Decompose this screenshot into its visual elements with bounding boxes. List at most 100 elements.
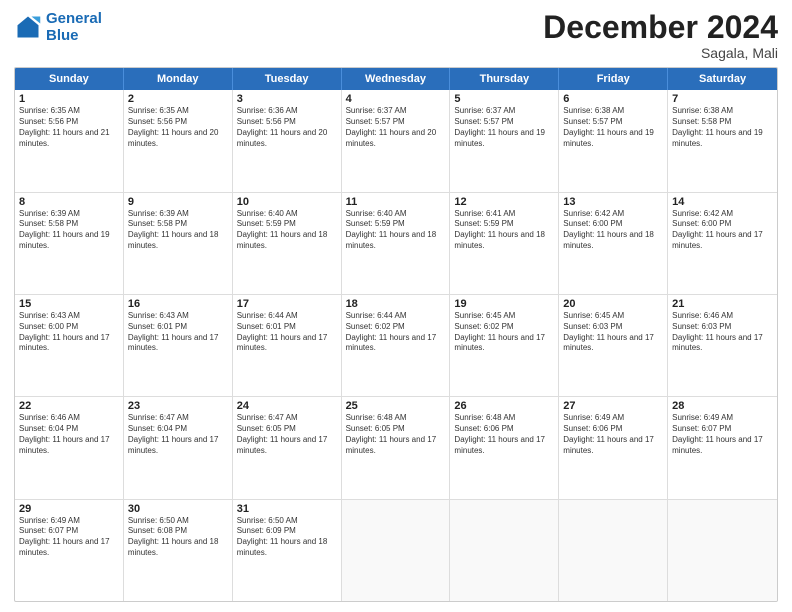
- day-number: 4: [346, 93, 446, 105]
- cell-info: Sunrise: 6:50 AM Sunset: 6:08 PM Dayligh…: [128, 516, 228, 559]
- day-number: 8: [19, 196, 119, 208]
- cell-info: Sunrise: 6:49 AM Sunset: 6:07 PM Dayligh…: [19, 516, 119, 559]
- cell-info: Sunrise: 6:46 AM Sunset: 6:04 PM Dayligh…: [19, 413, 119, 456]
- logo-text: General Blue: [46, 10, 102, 45]
- day-number: 27: [563, 400, 663, 412]
- cal-cell: 5 Sunrise: 6:37 AM Sunset: 5:57 PM Dayli…: [450, 90, 559, 191]
- cell-info: Sunrise: 6:43 AM Sunset: 6:00 PM Dayligh…: [19, 311, 119, 354]
- cal-cell: 22 Sunrise: 6:46 AM Sunset: 6:04 PM Dayl…: [15, 397, 124, 498]
- day-number: 21: [672, 298, 773, 310]
- day-number: 17: [237, 298, 337, 310]
- day-number: 15: [19, 298, 119, 310]
- cal-cell: 8 Sunrise: 6:39 AM Sunset: 5:58 PM Dayli…: [15, 193, 124, 294]
- header-day-tuesday: Tuesday: [233, 68, 342, 90]
- page: General Blue December 2024 Sagala, Mali …: [0, 0, 792, 612]
- cal-cell: 24 Sunrise: 6:47 AM Sunset: 6:05 PM Dayl…: [233, 397, 342, 498]
- cell-info: Sunrise: 6:48 AM Sunset: 6:06 PM Dayligh…: [454, 413, 554, 456]
- cell-info: Sunrise: 6:35 AM Sunset: 5:56 PM Dayligh…: [128, 106, 228, 149]
- cell-info: Sunrise: 6:47 AM Sunset: 6:04 PM Dayligh…: [128, 413, 228, 456]
- logo-icon: [14, 13, 42, 41]
- cell-info: Sunrise: 6:42 AM Sunset: 6:00 PM Dayligh…: [563, 209, 663, 252]
- day-number: 24: [237, 400, 337, 412]
- header-day-wednesday: Wednesday: [342, 68, 451, 90]
- cal-cell: 9 Sunrise: 6:39 AM Sunset: 5:58 PM Dayli…: [124, 193, 233, 294]
- week-row-3: 15 Sunrise: 6:43 AM Sunset: 6:00 PM Dayl…: [15, 294, 777, 396]
- cell-info: Sunrise: 6:37 AM Sunset: 5:57 PM Dayligh…: [454, 106, 554, 149]
- day-number: 10: [237, 196, 337, 208]
- day-number: 2: [128, 93, 228, 105]
- week-row-1: 1 Sunrise: 6:35 AM Sunset: 5:56 PM Dayli…: [15, 90, 777, 191]
- day-number: 9: [128, 196, 228, 208]
- cal-cell: 1 Sunrise: 6:35 AM Sunset: 5:56 PM Dayli…: [15, 90, 124, 191]
- cal-cell: [342, 500, 451, 601]
- header-day-saturday: Saturday: [668, 68, 777, 90]
- day-number: 22: [19, 400, 119, 412]
- title-block: December 2024 Sagala, Mali: [543, 10, 778, 61]
- day-number: 16: [128, 298, 228, 310]
- day-number: 5: [454, 93, 554, 105]
- cal-cell: 6 Sunrise: 6:38 AM Sunset: 5:57 PM Dayli…: [559, 90, 668, 191]
- cal-cell: 28 Sunrise: 6:49 AM Sunset: 6:07 PM Dayl…: [668, 397, 777, 498]
- cell-info: Sunrise: 6:46 AM Sunset: 6:03 PM Dayligh…: [672, 311, 773, 354]
- cal-cell: 27 Sunrise: 6:49 AM Sunset: 6:06 PM Dayl…: [559, 397, 668, 498]
- header: General Blue December 2024 Sagala, Mali: [14, 10, 778, 61]
- calendar: SundayMondayTuesdayWednesdayThursdayFrid…: [14, 67, 778, 602]
- cal-cell: 3 Sunrise: 6:36 AM Sunset: 5:56 PM Dayli…: [233, 90, 342, 191]
- cell-info: Sunrise: 6:36 AM Sunset: 5:56 PM Dayligh…: [237, 106, 337, 149]
- cal-cell: 18 Sunrise: 6:44 AM Sunset: 6:02 PM Dayl…: [342, 295, 451, 396]
- cal-cell: 13 Sunrise: 6:42 AM Sunset: 6:00 PM Dayl…: [559, 193, 668, 294]
- cell-info: Sunrise: 6:45 AM Sunset: 6:02 PM Dayligh…: [454, 311, 554, 354]
- cell-info: Sunrise: 6:43 AM Sunset: 6:01 PM Dayligh…: [128, 311, 228, 354]
- cell-info: Sunrise: 6:40 AM Sunset: 5:59 PM Dayligh…: [237, 209, 337, 252]
- day-number: 11: [346, 196, 446, 208]
- day-number: 19: [454, 298, 554, 310]
- logo: General Blue: [14, 10, 102, 45]
- month-title: December 2024: [543, 10, 778, 45]
- day-number: 31: [237, 503, 337, 515]
- cell-info: Sunrise: 6:42 AM Sunset: 6:00 PM Dayligh…: [672, 209, 773, 252]
- day-number: 23: [128, 400, 228, 412]
- cal-cell: 10 Sunrise: 6:40 AM Sunset: 5:59 PM Dayl…: [233, 193, 342, 294]
- cal-cell: 30 Sunrise: 6:50 AM Sunset: 6:08 PM Dayl…: [124, 500, 233, 601]
- cell-info: Sunrise: 6:39 AM Sunset: 5:58 PM Dayligh…: [128, 209, 228, 252]
- day-number: 25: [346, 400, 446, 412]
- cell-info: Sunrise: 6:35 AM Sunset: 5:56 PM Dayligh…: [19, 106, 119, 149]
- day-number: 18: [346, 298, 446, 310]
- cell-info: Sunrise: 6:49 AM Sunset: 6:06 PM Dayligh…: [563, 413, 663, 456]
- cal-cell: 14 Sunrise: 6:42 AM Sunset: 6:00 PM Dayl…: [668, 193, 777, 294]
- day-number: 14: [672, 196, 773, 208]
- cal-cell: [559, 500, 668, 601]
- cal-cell: 25 Sunrise: 6:48 AM Sunset: 6:05 PM Dayl…: [342, 397, 451, 498]
- header-day-monday: Monday: [124, 68, 233, 90]
- cell-info: Sunrise: 6:49 AM Sunset: 6:07 PM Dayligh…: [672, 413, 773, 456]
- cal-cell: 26 Sunrise: 6:48 AM Sunset: 6:06 PM Dayl…: [450, 397, 559, 498]
- cell-info: Sunrise: 6:41 AM Sunset: 5:59 PM Dayligh…: [454, 209, 554, 252]
- day-number: 3: [237, 93, 337, 105]
- day-number: 12: [454, 196, 554, 208]
- cell-info: Sunrise: 6:40 AM Sunset: 5:59 PM Dayligh…: [346, 209, 446, 252]
- cal-cell: [450, 500, 559, 601]
- week-row-2: 8 Sunrise: 6:39 AM Sunset: 5:58 PM Dayli…: [15, 192, 777, 294]
- cal-cell: 19 Sunrise: 6:45 AM Sunset: 6:02 PM Dayl…: [450, 295, 559, 396]
- cal-cell: 21 Sunrise: 6:46 AM Sunset: 6:03 PM Dayl…: [668, 295, 777, 396]
- cal-cell: 2 Sunrise: 6:35 AM Sunset: 5:56 PM Dayli…: [124, 90, 233, 191]
- day-number: 26: [454, 400, 554, 412]
- header-day-friday: Friday: [559, 68, 668, 90]
- cal-cell: 12 Sunrise: 6:41 AM Sunset: 5:59 PM Dayl…: [450, 193, 559, 294]
- header-day-sunday: Sunday: [15, 68, 124, 90]
- cell-info: Sunrise: 6:44 AM Sunset: 6:02 PM Dayligh…: [346, 311, 446, 354]
- cell-info: Sunrise: 6:45 AM Sunset: 6:03 PM Dayligh…: [563, 311, 663, 354]
- cal-cell: 20 Sunrise: 6:45 AM Sunset: 6:03 PM Dayl…: [559, 295, 668, 396]
- cal-cell: 29 Sunrise: 6:49 AM Sunset: 6:07 PM Dayl…: [15, 500, 124, 601]
- cell-info: Sunrise: 6:38 AM Sunset: 5:58 PM Dayligh…: [672, 106, 773, 149]
- header-day-thursday: Thursday: [450, 68, 559, 90]
- cal-cell: 31 Sunrise: 6:50 AM Sunset: 6:09 PM Dayl…: [233, 500, 342, 601]
- cal-cell: [668, 500, 777, 601]
- week-row-4: 22 Sunrise: 6:46 AM Sunset: 6:04 PM Dayl…: [15, 396, 777, 498]
- cell-info: Sunrise: 6:37 AM Sunset: 5:57 PM Dayligh…: [346, 106, 446, 149]
- cell-info: Sunrise: 6:38 AM Sunset: 5:57 PM Dayligh…: [563, 106, 663, 149]
- day-number: 1: [19, 93, 119, 105]
- week-row-5: 29 Sunrise: 6:49 AM Sunset: 6:07 PM Dayl…: [15, 499, 777, 601]
- cell-info: Sunrise: 6:44 AM Sunset: 6:01 PM Dayligh…: [237, 311, 337, 354]
- calendar-body: 1 Sunrise: 6:35 AM Sunset: 5:56 PM Dayli…: [15, 90, 777, 601]
